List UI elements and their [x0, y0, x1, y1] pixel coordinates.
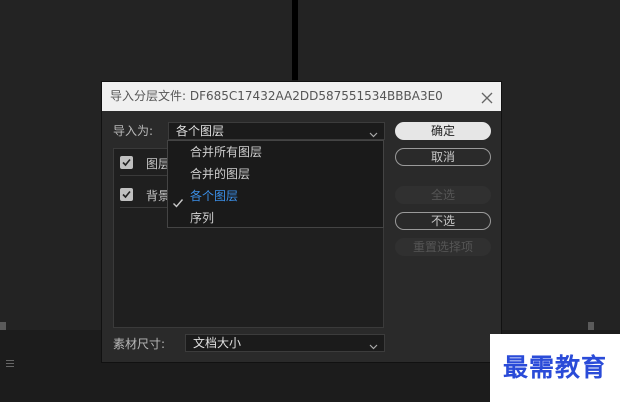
ok-button[interactable]: 确定	[395, 122, 491, 140]
check-icon	[122, 158, 131, 167]
panel-divider[interactable]	[292, 0, 298, 80]
chevron-down-icon	[369, 127, 378, 138]
footage-size-select[interactable]: 文档大小	[185, 334, 385, 352]
hamburger-icon[interactable]	[6, 360, 14, 368]
watermark-logo: 最需教育	[490, 334, 620, 402]
layer-checkbox[interactable]	[120, 188, 133, 201]
panel-corner-mark-left	[0, 322, 6, 330]
close-icon[interactable]	[479, 88, 495, 104]
reset-selection-button[interactable]: 重置选择项	[395, 238, 491, 256]
dropdown-option[interactable]: 序列	[190, 209, 214, 226]
chevron-down-icon	[369, 339, 378, 350]
dropdown-option-selected[interactable]: 各个图层	[190, 187, 238, 204]
import-as-select[interactable]: 各个图层	[168, 122, 385, 140]
cancel-button[interactable]: 取消	[395, 148, 491, 166]
dialog-title: 导入分层文件: DF685C17432AA2DD587551534BBBA3E0	[110, 89, 443, 103]
check-icon	[122, 190, 131, 199]
layer-checkbox[interactable]	[120, 156, 133, 169]
panel-corner-mark-right	[588, 322, 594, 330]
dropdown-option[interactable]: 合并的图层	[190, 165, 250, 182]
import-as-dropdown-menu: 合并所有图层 合并的图层 各个图层 序列	[167, 140, 384, 228]
footage-size-value: 文档大小	[193, 336, 242, 350]
footage-size-label: 素材尺寸:	[113, 337, 166, 351]
dropdown-option[interactable]: 合并所有图层	[190, 143, 262, 160]
select-all-button[interactable]: 全选	[395, 186, 491, 204]
check-icon	[172, 194, 184, 213]
dialog-titlebar: 导入分层文件: DF685C17432AA2DD587551534BBBA3E0	[102, 82, 501, 111]
import-as-label: 导入为:	[113, 124, 154, 138]
import-as-value: 各个图层	[176, 124, 225, 138]
deselect-button[interactable]: 不选	[395, 212, 491, 230]
